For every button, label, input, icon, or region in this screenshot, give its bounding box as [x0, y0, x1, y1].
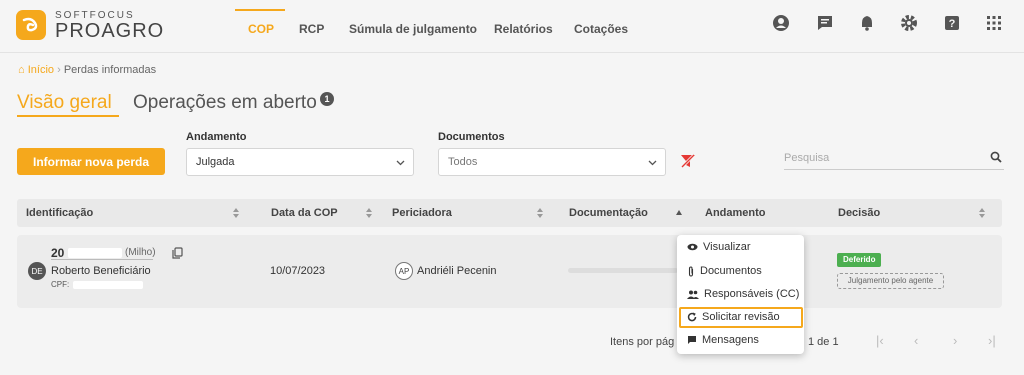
menu-item-label: Mensagens	[702, 334, 759, 346]
clear-filter-icon[interactable]	[680, 153, 696, 174]
first-page-icon[interactable]: |‹	[876, 333, 884, 348]
search-input[interactable]: Pesquisa	[784, 152, 829, 164]
expert-avatar: AP	[395, 262, 413, 280]
nav-item-rcp[interactable]: RCP	[299, 22, 324, 36]
avatar: DE	[28, 262, 46, 280]
menu-item-mensagens[interactable]: Mensagens	[687, 334, 759, 346]
gear-icon[interactable]	[900, 14, 918, 32]
last-page-icon[interactable]: ›|	[988, 333, 996, 348]
row-actions-menu: Visualizar Documentos Responsáveis (CC) …	[677, 235, 804, 354]
page-count: 1 de 1	[808, 336, 839, 348]
bell-icon[interactable]	[858, 14, 876, 32]
svg-text:?: ?	[949, 18, 956, 30]
documentos-select[interactable]: Todos	[438, 148, 666, 176]
brand-title: PROAGRO	[55, 20, 165, 42]
tab-open-operations[interactable]: Operações em aberto	[133, 92, 317, 114]
col-andamento[interactable]: Andamento	[705, 207, 766, 219]
new-loss-button[interactable]: Informar nova perda	[17, 148, 165, 175]
search-field[interactable]: Pesquisa	[784, 148, 1004, 170]
col-data-cop[interactable]: Data da COP	[271, 207, 338, 219]
nav-item-relatorios[interactable]: Relatórios	[494, 22, 553, 36]
brand-logo-icon[interactable]	[16, 10, 46, 40]
documentation-progress-bar	[568, 268, 678, 273]
nav-item-cop[interactable]: COP	[248, 22, 274, 36]
menu-item-visualizar[interactable]: Visualizar	[687, 241, 751, 253]
sort-icon[interactable]	[978, 206, 986, 218]
redacted-cpf	[73, 281, 143, 289]
col-periciadora[interactable]: Periciadora	[392, 207, 452, 219]
top-bar: SOFTFOCUS PROAGRO COP RCP Súmula de julg…	[0, 0, 1024, 53]
status-badge: Deferido	[837, 253, 882, 267]
row-id-number: 20	[51, 246, 65, 260]
sort-icon[interactable]	[365, 206, 373, 218]
help-icon[interactable]: ?	[943, 14, 961, 32]
col-documentacao[interactable]: Documentação	[569, 207, 648, 219]
people-icon	[687, 290, 699, 299]
search-icon[interactable]	[990, 151, 1002, 166]
table-header: Identificação Data da COP Periciadora Do…	[17, 199, 1002, 227]
chevron-down-icon	[396, 158, 405, 170]
row-date: 10/07/2023	[270, 265, 326, 277]
sort-icon[interactable]	[232, 206, 240, 218]
nav-item-cotacoes[interactable]: Cotações	[574, 22, 628, 36]
prev-page-icon[interactable]: ‹	[914, 333, 918, 348]
row-crop: (Milho)	[125, 247, 156, 258]
col-identificacao[interactable]: Identificação	[26, 207, 93, 219]
tab-active-indicator	[17, 115, 119, 117]
documentos-select-value: Todos	[448, 156, 478, 168]
tab-overview[interactable]: Visão geral	[17, 92, 112, 114]
menu-item-label: Visualizar	[703, 241, 751, 253]
row-beneficiary: Roberto Beneficiário	[51, 265, 151, 277]
breadcrumb-current: Perdas informadas	[63, 64, 157, 76]
nav-active-indicator	[235, 9, 285, 11]
menu-item-label: Documentos	[700, 265, 762, 277]
andamento-select-value: Julgada	[196, 156, 235, 168]
open-operations-count-badge: 1	[320, 92, 334, 106]
copy-icon[interactable]	[172, 246, 183, 264]
row-cpf-label: CPF:	[51, 280, 70, 289]
table-row[interactable]	[17, 235, 1002, 308]
documentos-label: Documentos	[438, 131, 505, 143]
sort-asc-icon[interactable]	[675, 206, 683, 218]
breadcrumb: ⌂ Início › Perdas informadas	[18, 64, 156, 76]
menu-item-responsaveis[interactable]: Responsáveis (CC)	[687, 288, 799, 300]
decision-note-badge: Julgamento pelo agente	[837, 273, 944, 289]
menu-item-label: Solicitar revisão	[702, 311, 780, 323]
message-icon	[688, 336, 696, 344]
redacted-id	[68, 248, 122, 258]
account-icon[interactable]	[772, 14, 790, 32]
items-per-page-label: Itens por pág	[610, 336, 675, 348]
col-decisao[interactable]: Decisão	[838, 207, 880, 219]
menu-item-solicitar-revisao[interactable]: Solicitar revisão	[687, 311, 780, 323]
andamento-select[interactable]: Julgada	[186, 148, 414, 176]
row-divider	[51, 259, 153, 260]
breadcrumb-home[interactable]: Início	[28, 64, 54, 76]
refresh-icon	[687, 312, 697, 322]
sort-icon[interactable]	[536, 206, 544, 218]
chat-icon[interactable]	[816, 14, 834, 32]
next-page-icon[interactable]: ›	[953, 333, 957, 348]
attachment-icon	[688, 265, 694, 277]
chevron-down-icon	[648, 158, 657, 170]
breadcrumb-separator: ›	[57, 64, 61, 76]
apps-grid-icon[interactable]	[985, 14, 1003, 32]
nav-item-sumula[interactable]: Súmula de julgamento	[349, 22, 477, 36]
menu-item-label: Responsáveis (CC)	[704, 288, 800, 300]
andamento-label: Andamento	[186, 131, 247, 143]
row-expert: Andriéli Pecenin	[417, 265, 497, 277]
home-icon[interactable]: ⌂	[18, 64, 25, 76]
eye-icon	[687, 243, 698, 251]
menu-item-documentos[interactable]: Documentos	[687, 265, 762, 277]
